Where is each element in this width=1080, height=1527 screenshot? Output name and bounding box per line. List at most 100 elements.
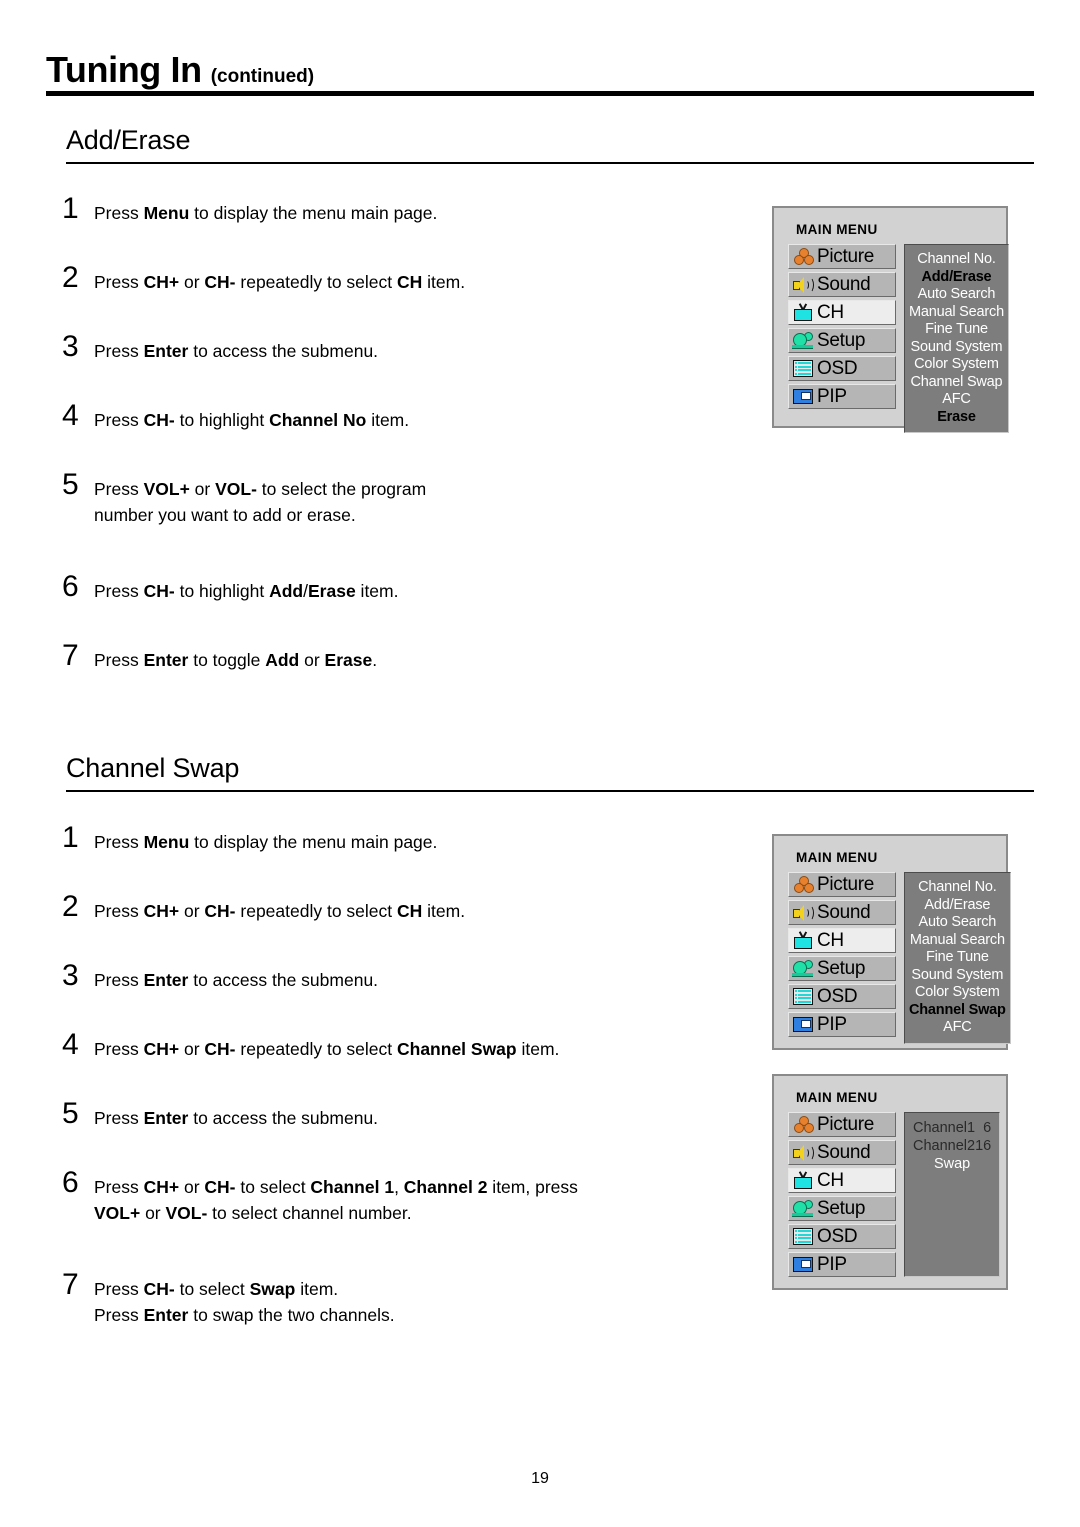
osd-value-row[interactable]: Channel1 6 bbox=[909, 1119, 995, 1137]
osd-button-sound[interactable]: Sound bbox=[788, 272, 896, 297]
picture-icon bbox=[792, 1115, 814, 1134]
step-item: 3 Press Enter to access the submenu. bbox=[62, 330, 722, 364]
osd-submenu-item[interactable]: Channel Swap bbox=[909, 374, 1004, 392]
section-heading-channel-swap: Channel Swap bbox=[66, 753, 1034, 792]
osd-button-label: OSD bbox=[817, 358, 858, 379]
setup-icon bbox=[792, 1199, 814, 1218]
ch-icon bbox=[792, 1171, 814, 1190]
osd-button-picture[interactable]: Picture bbox=[788, 244, 896, 269]
step-number: 4 bbox=[62, 1028, 79, 1061]
section-title: Add/Erase bbox=[66, 125, 191, 155]
step-number: 6 bbox=[62, 570, 79, 603]
step-number: 3 bbox=[62, 959, 79, 992]
osd-submenu-item[interactable]: Sound System bbox=[909, 339, 1004, 357]
osd-button-label: OSD bbox=[817, 986, 858, 1007]
osd-submenu-item[interactable]: AFC bbox=[909, 1019, 1006, 1037]
osd-button-picture[interactable]: Picture bbox=[788, 1112, 896, 1137]
sound-icon bbox=[792, 275, 814, 294]
step-number: 2 bbox=[62, 261, 79, 294]
pip-icon bbox=[792, 1015, 814, 1034]
step-text: Press Enter to access the submenu. bbox=[94, 1108, 379, 1128]
page-title: Tuning In bbox=[46, 49, 202, 90]
step-item: 6 Press CH+ or CH- to select Channel 1, C… bbox=[62, 1168, 722, 1226]
header-divider bbox=[46, 91, 1034, 96]
osd-submenu-item[interactable]: Manual Search bbox=[909, 304, 1004, 322]
page-header: Tuning In (continued) bbox=[46, 52, 1034, 96]
osd-button-osd[interactable]: OSD bbox=[788, 1224, 896, 1249]
osd-button-pip[interactable]: PIP bbox=[788, 384, 896, 409]
osd-submenu-item[interactable]: Color System bbox=[909, 984, 1006, 1002]
osd-button-setup[interactable]: Setup bbox=[788, 328, 896, 353]
osd-diagram-swap-values: MAIN MENU Picture Sound CH Setup OSD PIP Channe… bbox=[772, 1074, 1008, 1290]
osd-button-ch[interactable]: CH bbox=[788, 1168, 896, 1193]
step-text: Press CH- to highlight Add/Erase item. bbox=[94, 581, 399, 601]
step-text: Press Menu to display the menu main page… bbox=[94, 203, 438, 223]
osd-submenu-item[interactable]: AFC bbox=[909, 391, 1004, 409]
step-item: 2 Press CH+ or CH- repeatedly to select C… bbox=[62, 890, 722, 924]
osd-submenu-item[interactable]: Add/Erase bbox=[909, 269, 1004, 287]
osd-button-label: PIP bbox=[817, 1254, 847, 1275]
section-divider bbox=[66, 162, 1034, 164]
osd-submenu-item[interactable]: Sound System bbox=[909, 967, 1006, 985]
osd-submenu-panel: Channel No. Add/Erase Auto Search Manual Se… bbox=[904, 244, 1009, 433]
step-number: 3 bbox=[62, 330, 79, 363]
osd-button-pip[interactable]: PIP bbox=[788, 1252, 896, 1277]
osd-submenu-item[interactable]: Channel Swap bbox=[909, 1002, 1006, 1020]
osd-button-ch[interactable]: CH bbox=[788, 928, 896, 953]
ch-icon bbox=[792, 931, 814, 950]
osd-button-label: Sound bbox=[817, 1142, 871, 1163]
osd-menu-title: MAIN MENU bbox=[796, 222, 878, 237]
osd-submenu-item[interactable]: Manual Search bbox=[909, 932, 1006, 950]
setup-icon bbox=[792, 959, 814, 978]
osd-button-setup[interactable]: Setup bbox=[788, 1196, 896, 1221]
step-item: 7 Press Enter to toggle Add or Erase. bbox=[62, 639, 722, 673]
osd-button-label: PIP bbox=[817, 1014, 847, 1035]
osd-menu-title: MAIN MENU bbox=[796, 850, 878, 865]
section-title: Channel Swap bbox=[66, 753, 240, 783]
osd-swap-action[interactable]: Swap bbox=[909, 1155, 995, 1173]
osd-button-sound[interactable]: Sound bbox=[788, 1140, 896, 1165]
osd-button-setup[interactable]: Setup bbox=[788, 956, 896, 981]
osd-value-label: Channel1 bbox=[913, 1120, 976, 1136]
osd-button-ch[interactable]: CH bbox=[788, 300, 896, 325]
osd-button-label: CH bbox=[817, 302, 844, 323]
osd-menu-title: MAIN MENU bbox=[796, 1090, 878, 1105]
osd-button-label: CH bbox=[817, 930, 844, 951]
step-text: Press CH- to highlight Channel No item. bbox=[94, 410, 410, 430]
osd-submenu-item[interactable]: Channel No. bbox=[909, 879, 1006, 897]
osd-button-label: Setup bbox=[817, 1198, 866, 1219]
step-item: 5 Press VOL+ or VOL- to select the progra… bbox=[62, 470, 722, 528]
osd-button-osd[interactable]: OSD bbox=[788, 984, 896, 1009]
osd-button-osd[interactable]: OSD bbox=[788, 356, 896, 381]
step-item: 7 Press CH- to select Swap item. Press Ent… bbox=[62, 1270, 722, 1328]
step-item: 4 Press CH- to highlight Channel No item. bbox=[62, 401, 722, 433]
osd-button-pip[interactable]: PIP bbox=[788, 1012, 896, 1037]
osd-submenu-item[interactable]: Add/Erase bbox=[909, 897, 1006, 915]
osd-submenu-item[interactable]: Fine Tune bbox=[909, 949, 1006, 967]
osd-value-label: Channel2 bbox=[913, 1138, 976, 1154]
osd-submenu-item[interactable]: Color System bbox=[909, 356, 1004, 374]
step-number: 7 bbox=[62, 639, 79, 672]
step-number: 5 bbox=[62, 1097, 79, 1130]
step-number: 1 bbox=[62, 821, 79, 854]
sound-icon bbox=[792, 903, 814, 922]
osd-submenu-item[interactable]: Auto Search bbox=[909, 914, 1006, 932]
step-text: Press Enter to access the submenu. bbox=[94, 970, 379, 990]
osd-submenu-panel: Channel1 6 Channel2 16 Swap bbox=[904, 1112, 1001, 1277]
step-text: Press VOL+ or VOL- to select the program bbox=[94, 479, 427, 499]
osd-icon bbox=[792, 1227, 814, 1246]
step-item: 1 Press Menu to display the menu main pag… bbox=[62, 194, 722, 226]
step-text-continued: number you want to add or erase. bbox=[94, 505, 356, 525]
osd-button-label: Setup bbox=[817, 330, 866, 351]
osd-value-row[interactable]: Channel2 16 bbox=[909, 1137, 995, 1155]
osd-submenu-item[interactable]: Erase bbox=[909, 409, 1004, 427]
step-number: 2 bbox=[62, 890, 79, 923]
steps-list-add-erase: 1 Press Menu to display the menu main pag… bbox=[62, 194, 722, 673]
osd-submenu-item[interactable]: Channel No. bbox=[909, 251, 1004, 269]
osd-value-number: 6 bbox=[983, 1120, 992, 1136]
osd-button-sound[interactable]: Sound bbox=[788, 900, 896, 925]
osd-submenu-item[interactable]: Auto Search bbox=[909, 286, 1004, 304]
osd-submenu-item[interactable]: Fine Tune bbox=[909, 321, 1004, 339]
step-text: Press CH+ or CH- repeatedly to select Ch… bbox=[94, 1039, 560, 1059]
osd-button-picture[interactable]: Picture bbox=[788, 872, 896, 897]
